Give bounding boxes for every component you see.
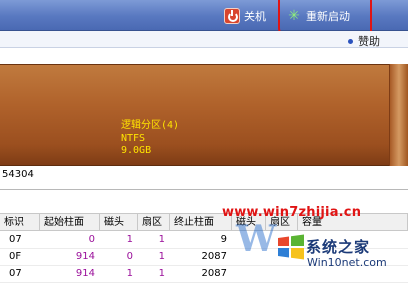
- partition-bar[interactable]: [0, 64, 408, 166]
- cell-sector: 1: [158, 251, 165, 262]
- cell-end-cyl: 2087: [201, 268, 227, 279]
- shutdown-button[interactable]: 关机: [224, 5, 280, 26]
- windows-logo-icon: [278, 234, 304, 260]
- cell-id: 0F: [9, 251, 22, 262]
- column-header[interactable]: 扇区: [138, 214, 170, 231]
- cell-id: 07: [9, 234, 22, 245]
- cell-end-cyl: 2087: [201, 251, 227, 262]
- restart-icon: ✳: [288, 7, 300, 24]
- restart-button[interactable]: ✳ 重新启动: [286, 5, 366, 26]
- partition-size: 9.0GB: [121, 145, 152, 156]
- column-header[interactable]: 磁头: [100, 214, 138, 231]
- disk-info-strip: [0, 166, 408, 190]
- partition-filesystem: NTFS: [121, 133, 146, 144]
- watermark-url: www.win7zhijia.cn: [222, 205, 362, 220]
- cell-sector: 1: [158, 234, 165, 245]
- help-label: 赞助: [358, 35, 380, 48]
- cell-head: 1: [126, 268, 133, 279]
- column-header[interactable]: 标识: [0, 214, 40, 231]
- cell-sector: 1: [158, 268, 165, 279]
- partition-bar-end[interactable]: [389, 64, 408, 166]
- top-toolbar: 关机 ✳ 重新启动: [0, 0, 408, 31]
- cell-end-cyl: 9: [220, 234, 227, 245]
- restart-label: 重新启动: [306, 9, 350, 23]
- cell-head: 0: [126, 251, 133, 262]
- column-header[interactable]: 起始柱面: [40, 214, 100, 231]
- cell-end-sector: [266, 266, 298, 282]
- watermark-title: 系统之家: [306, 238, 371, 256]
- partition-name: 逻辑分区(4): [121, 120, 180, 131]
- watermark-site: Win10net.com: [307, 256, 387, 269]
- menu-bar: 赞助: [0, 31, 408, 48]
- cell-start-cyl: 0: [88, 234, 95, 245]
- bullet-icon: [348, 38, 353, 44]
- cell-id: 07: [9, 268, 22, 279]
- cell-end-head: [232, 266, 266, 282]
- help-link[interactable]: 赞助: [348, 33, 380, 49]
- cell-head: 1: [126, 234, 133, 245]
- power-icon: [224, 7, 240, 24]
- disk-info-text: 54304: [2, 169, 34, 180]
- watermark-logo-letter: W: [236, 218, 277, 260]
- cell-start-cyl: 914: [75, 251, 95, 262]
- cell-start-cyl: 914: [75, 268, 95, 279]
- shutdown-label: 关机: [244, 9, 266, 23]
